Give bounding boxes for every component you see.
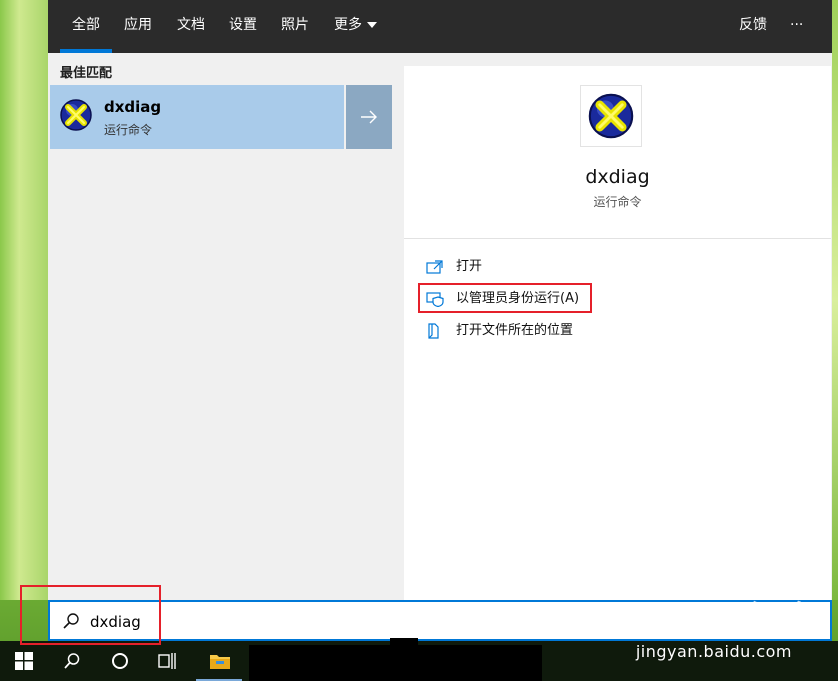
search-icon: [63, 613, 79, 629]
result-name: dxdiag: [104, 98, 162, 116]
action-open-file-location[interactable]: 打开文件所在的位置: [426, 319, 606, 343]
redacted-area: [249, 645, 542, 681]
baidu-watermark-url: jingyan.baidu.com: [635, 642, 792, 661]
search-tab-bar: 全部 应用 文档 设置 照片 更多 反馈 ···: [48, 0, 832, 53]
task-view-button[interactable]: [144, 641, 192, 681]
tab-documents[interactable]: 文档: [177, 0, 205, 53]
divider: [404, 238, 831, 239]
detail-pane: dxdiag 运行命令 打开 以管理员身份运行(A) 打开文件所在的位置: [404, 66, 831, 600]
detail-header: dxdiag 运行命令: [404, 66, 831, 238]
file-location-icon: [428, 323, 439, 339]
search-icon: [64, 653, 80, 669]
file-explorer-icon: [210, 655, 230, 669]
baidu-watermark-logo: Baidu经验: [646, 600, 810, 635]
action-run-as-admin[interactable]: 以管理员身份运行(A): [426, 287, 606, 311]
task-view-icon: [158, 653, 176, 669]
redacted-area-top: [390, 638, 418, 646]
tab-apps[interactable]: 应用: [124, 0, 152, 53]
action-open-file-location-label: 打开文件所在的位置: [456, 323, 574, 338]
feedback-button[interactable]: 反馈: [739, 0, 767, 53]
detail-app-name: dxdiag: [585, 166, 650, 188]
tab-settings[interactable]: 设置: [229, 0, 257, 53]
tab-more-label: 更多: [334, 17, 362, 33]
tab-more[interactable]: 更多: [334, 0, 377, 53]
best-match-result[interactable]: dxdiag 运行命令: [50, 85, 344, 149]
best-match-heading: 最佳匹配: [60, 66, 113, 81]
windows-start-icon: [15, 652, 33, 670]
cortana-button[interactable]: [96, 641, 144, 681]
arrow-right-icon: [361, 110, 377, 124]
more-options-button[interactable]: ···: [790, 0, 803, 53]
shield-icon: [426, 292, 444, 307]
tab-photos[interactable]: 照片: [281, 0, 309, 53]
desktop-wallpaper-left: [0, 0, 48, 600]
taskbar-search-button[interactable]: [48, 641, 96, 681]
action-run-as-admin-label: 以管理员身份运行(A): [456, 291, 580, 306]
detail-app-icon-frame: [580, 85, 642, 147]
tab-all[interactable]: 全部: [60, 0, 112, 53]
dxdiag-app-icon: [60, 99, 92, 131]
dxdiag-app-icon-large: [588, 93, 634, 139]
action-open[interactable]: 打开: [426, 255, 546, 279]
open-icon: [426, 260, 443, 274]
detail-app-type: 运行命令: [593, 195, 642, 209]
search-panel: 全部 应用 文档 设置 照片 更多 反馈 ··· 最佳匹配 dxdiag 运行命…: [48, 0, 832, 600]
cortana-icon: [112, 653, 128, 669]
file-explorer-button[interactable]: [196, 641, 244, 681]
search-input[interactable]: [88, 609, 392, 635]
start-button[interactable]: [0, 641, 48, 681]
action-open-label: 打开: [456, 259, 483, 274]
chevron-down-icon: [367, 22, 377, 28]
expand-result-button[interactable]: [344, 85, 392, 149]
result-type: 运行命令: [104, 123, 153, 137]
